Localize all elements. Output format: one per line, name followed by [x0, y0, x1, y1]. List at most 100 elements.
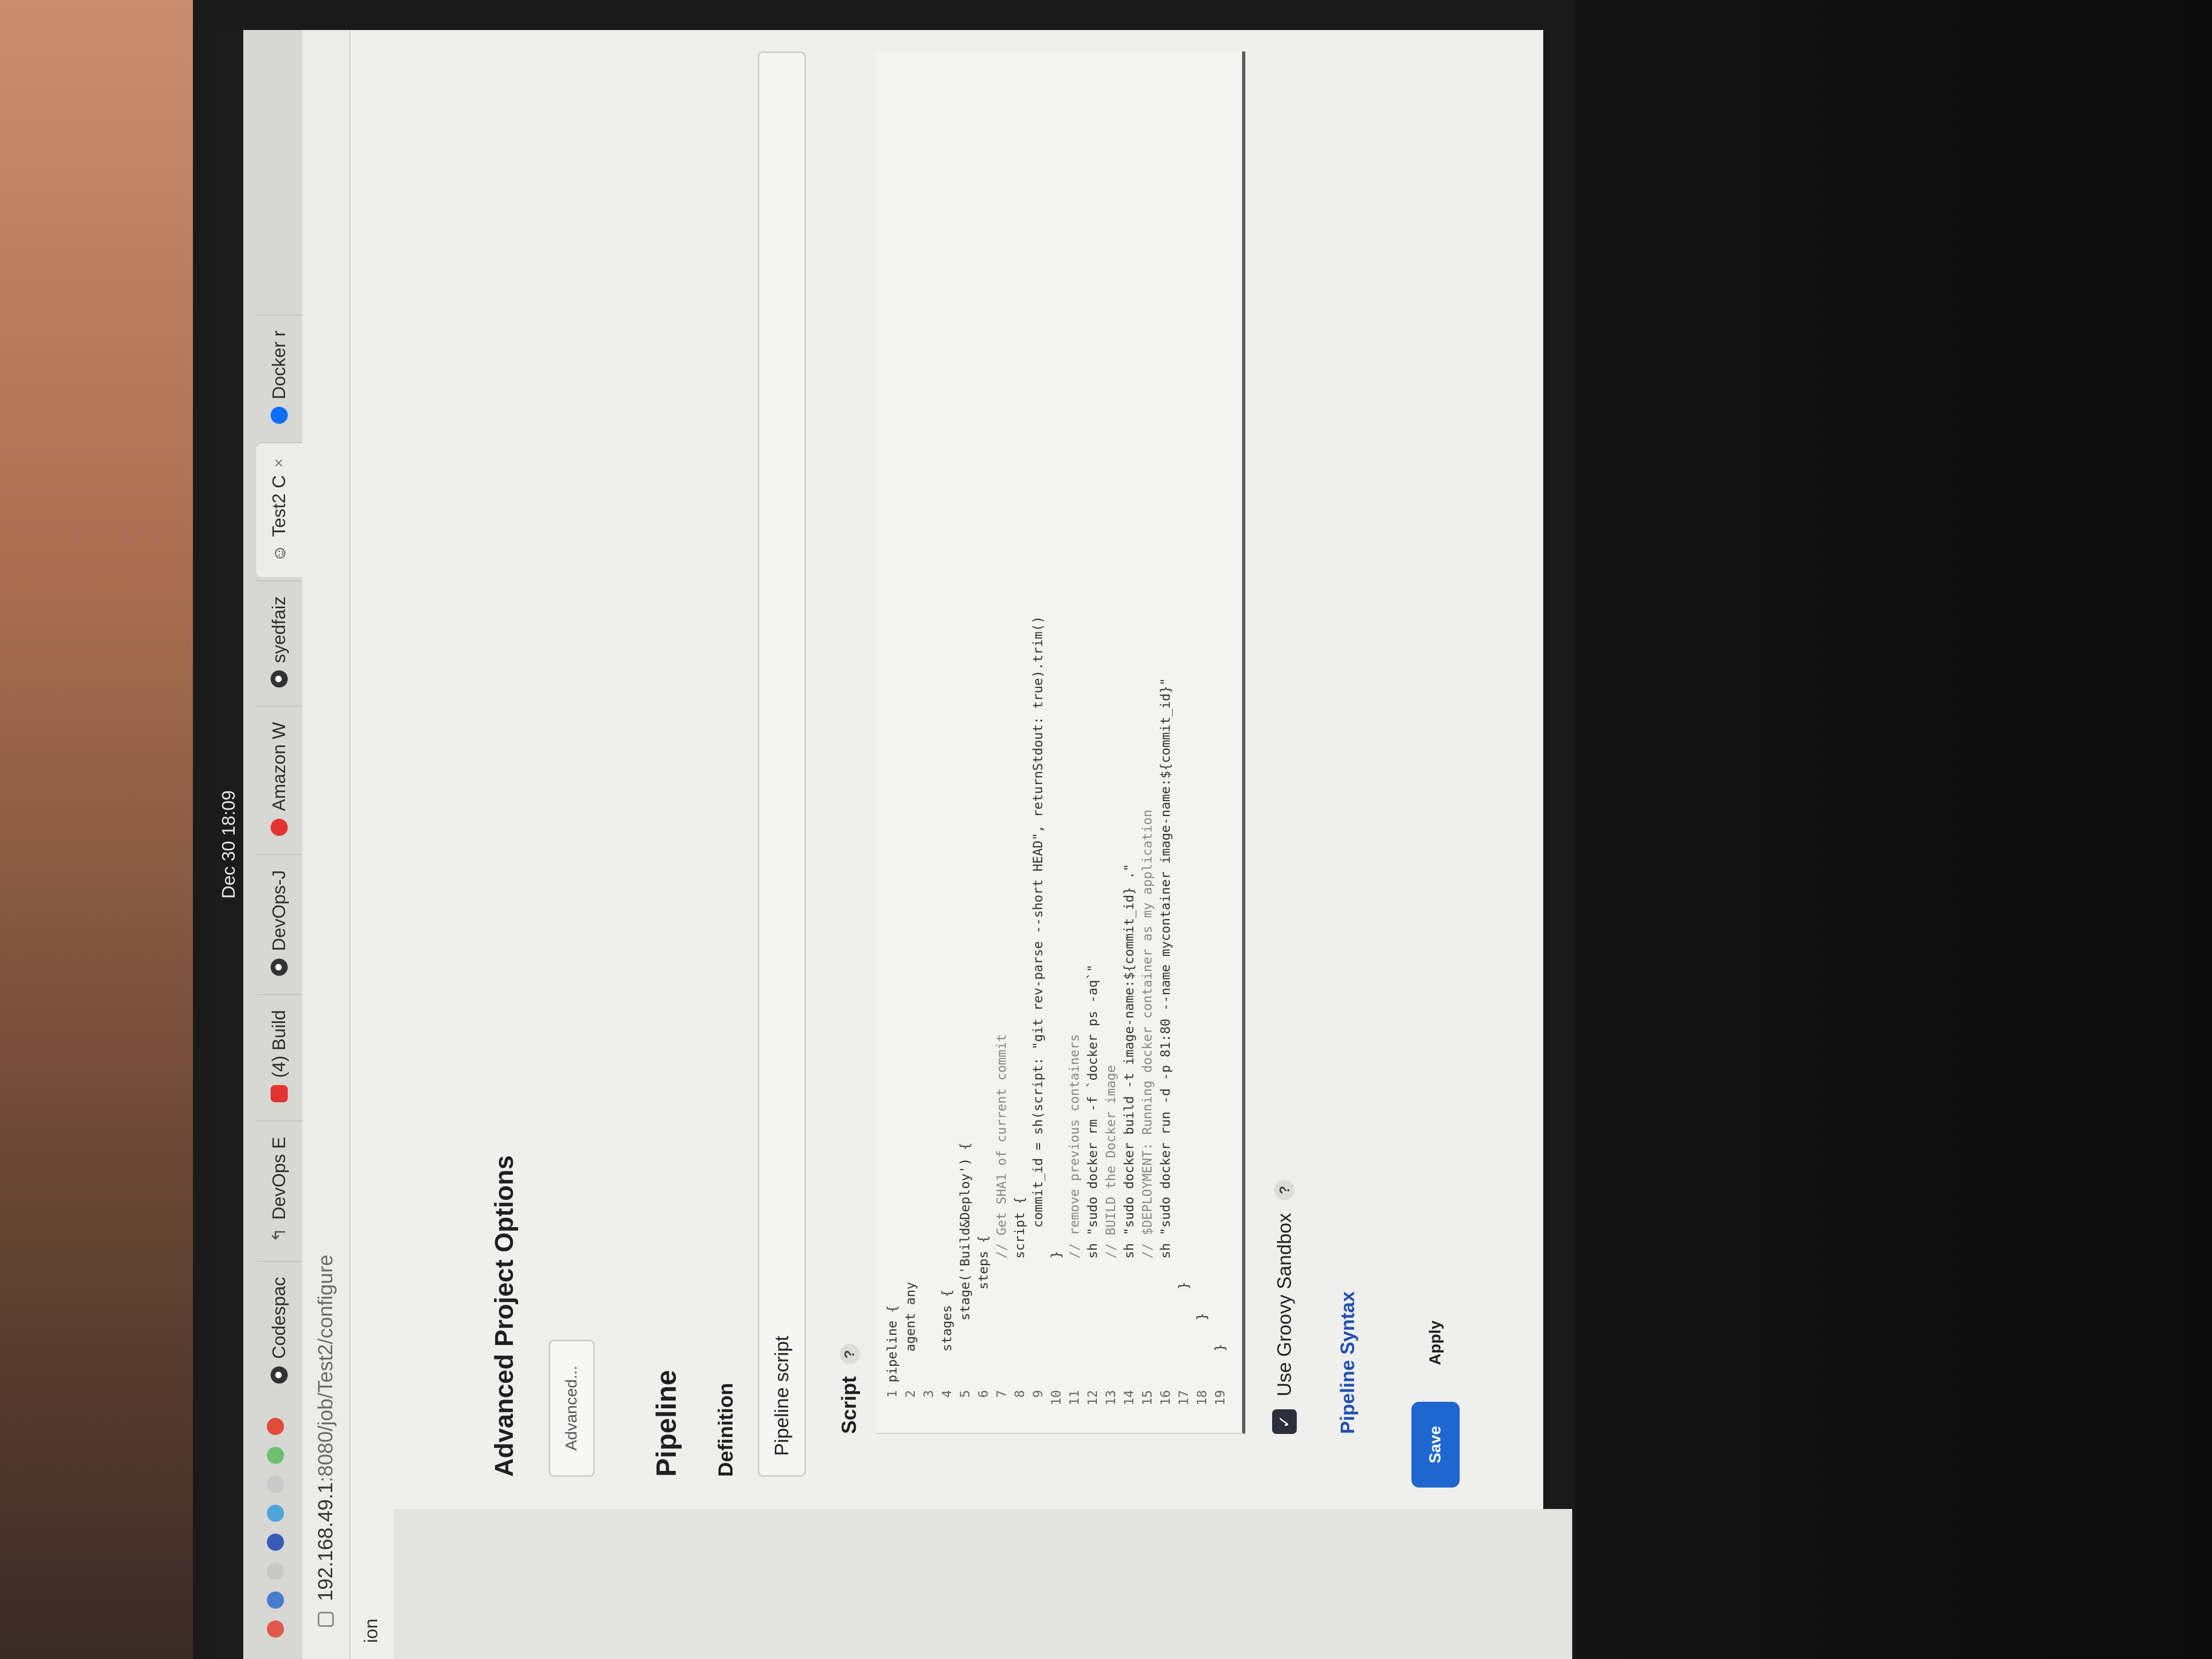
github-icon	[271, 670, 288, 688]
code-line[interactable]: 16 sh "sudo docker run -d -p 81:80 --nam…	[1156, 51, 1175, 1433]
youtube-icon	[271, 1085, 288, 1103]
line-number: 4	[939, 1390, 954, 1398]
code-line[interactable]: 7 // Get SHA1 of current commit	[992, 51, 1011, 1433]
code-line[interactable]: 18 }	[1193, 51, 1211, 1433]
help-icon[interactable]: ?	[1274, 1179, 1295, 1200]
save-button[interactable]: Save	[1411, 1402, 1460, 1488]
line-number: 7	[994, 1390, 1009, 1398]
advanced-button[interactable]: Advanced...	[549, 1340, 595, 1477]
line-number: 12	[1085, 1390, 1100, 1406]
code-text: // $DEPLOYMENT: Running docker container…	[1140, 809, 1155, 1382]
code-line[interactable]: 6 steps {	[974, 51, 992, 1433]
url-path: :8080/job/Test2/configure	[314, 1254, 337, 1483]
pipeline-heading: Pipeline	[651, 1370, 682, 1477]
code-text: }	[1213, 1343, 1228, 1382]
code-text: script {	[1012, 1197, 1027, 1382]
code-text: sh "sudo docker rm -f `docker ps -aq`"	[1085, 964, 1100, 1382]
tab-devops-j[interactable]: DevOps-J	[256, 854, 302, 991]
devops-icon: ↰	[269, 1227, 289, 1243]
apply-button[interactable]: Apply	[1411, 1300, 1460, 1386]
advanced-options-heading: Advanced Project Options	[490, 1155, 519, 1477]
address-bar[interactable]: 192.168.49.1 :8080/job/Test2/configure	[302, 30, 350, 1659]
code-text: pipeline {	[885, 1305, 900, 1383]
code-text: stage('Build&Deploy') {	[958, 1142, 973, 1382]
pinned-tab-icon[interactable]	[267, 1476, 284, 1493]
code-text: commit_id = sh(script: "git rev-parse --…	[1030, 616, 1045, 1382]
insecure-lock-icon[interactable]	[318, 1612, 334, 1627]
pinned-tab-icon[interactable]	[267, 1620, 284, 1638]
line-number: 13	[1103, 1390, 1118, 1406]
definition-select[interactable]: Pipeline script	[758, 51, 806, 1477]
line-number: 19	[1213, 1390, 1228, 1406]
side-panel	[393, 1509, 1572, 1659]
code-line[interactable]: 19 }	[1211, 51, 1229, 1433]
code-line[interactable]: 4 stages {	[938, 51, 956, 1433]
groovy-sandbox-option: ✓ Use Groovy Sandbox ?	[1272, 1179, 1297, 1434]
pipeline-syntax-link[interactable]: Pipeline Syntax	[1336, 1291, 1359, 1434]
code-line[interactable]: 10 }	[1047, 51, 1065, 1433]
line-number: 8	[1012, 1390, 1027, 1398]
tab-codespaces[interactable]: Codespac	[256, 1260, 302, 1399]
tab-devops-e[interactable]: ↰ DevOps E	[256, 1120, 302, 1258]
code-text: steps {	[976, 1235, 991, 1382]
code-line[interactable]: 3	[920, 51, 938, 1433]
tab-syedfaiz[interactable]: syedfaiz	[256, 580, 302, 703]
code-line[interactable]: 1 pipeline {	[883, 51, 901, 1433]
github-icon	[271, 958, 288, 976]
jenkins-configure-page: ion Advanced Project Options Advanced...…	[350, 30, 1572, 1659]
tab-docker[interactable]: Docker r	[256, 314, 302, 439]
code-line[interactable]: 13 // BUILD the Docker image	[1102, 51, 1120, 1433]
code-line[interactable]: 5 stage('Build&Deploy') {	[956, 51, 974, 1433]
definition-value: Pipeline script	[771, 1335, 793, 1456]
code-line[interactable]: 2 agent any	[901, 51, 920, 1433]
code-line[interactable]: 12 sh "sudo docker rm -f `docker ps -aq`…	[1083, 51, 1102, 1433]
screen-viewport: Dec 30 18:09 Codespac ↰ DevOps E (4) Bui…	[214, 0, 1575, 1659]
code-text: }	[1176, 1282, 1191, 1382]
screen: Dec 30 18:09 Codespac ↰ DevOps E (4) Bui…	[214, 30, 1572, 1659]
line-number: 16	[1158, 1390, 1173, 1406]
pinned-tab-icon[interactable]	[267, 1505, 284, 1522]
clock[interactable]: Dec 30 18:09	[219, 790, 240, 899]
line-number: 9	[1030, 1390, 1045, 1398]
pinned-tab-icon[interactable]	[267, 1534, 284, 1551]
jenkins-icon: ☺	[269, 544, 289, 562]
line-number: 3	[921, 1390, 936, 1398]
tab-build-video[interactable]: (4) Build	[256, 993, 302, 1118]
code-text: }	[1194, 1312, 1209, 1382]
url-host: 192.168.49.1	[314, 1482, 337, 1601]
docker-icon	[271, 407, 288, 424]
code-text: sh "sudo docker build -t image-name:${co…	[1122, 863, 1137, 1382]
tab-amazon[interactable]: Amazon W	[256, 706, 302, 851]
pinned-tab-icon[interactable]	[267, 1447, 284, 1464]
help-icon[interactable]: ?	[839, 1344, 860, 1365]
code-text: // Get SHA1 of current commit	[994, 1034, 1009, 1382]
pipeline-script-editor[interactable]: 1 pipeline {2 agent any 3 4 stages {5 stage…	[876, 51, 1245, 1434]
code-line[interactable]: 15 // $DEPLOYMENT: Running docker contai…	[1138, 51, 1156, 1433]
breadcrumb-fragment[interactable]: ion	[361, 1619, 382, 1643]
tab-test2-config[interactable]: ☺ Test2 C ×	[256, 442, 302, 577]
code-line[interactable]: 17 }	[1175, 51, 1193, 1433]
line-number: 1	[885, 1390, 900, 1398]
code-line[interactable]: 11 // remove previous containers	[1065, 51, 1083, 1433]
line-number: 6	[976, 1390, 991, 1398]
background-photo	[0, 0, 193, 1659]
code-line[interactable]: 9 commit_id = sh(script: "git rev-parse …	[1029, 51, 1047, 1433]
line-number: 14	[1122, 1390, 1137, 1406]
github-icon	[271, 1366, 288, 1384]
groovy-sandbox-checkbox[interactable]: ✓	[1272, 1409, 1297, 1434]
code-line[interactable]: 8 script {	[1011, 51, 1029, 1433]
close-tab-icon[interactable]: ×	[270, 458, 288, 468]
code-text: // BUILD the Docker image	[1103, 1065, 1118, 1382]
definition-label: Definition	[715, 1382, 737, 1477]
line-number: 18	[1194, 1390, 1209, 1406]
system-topbar: Dec 30 18:09	[214, 30, 243, 1659]
amazon-icon	[271, 818, 288, 836]
pinned-tab-icon[interactable]	[267, 1563, 284, 1580]
pinned-tabs	[249, 1402, 302, 1638]
pinned-tab-icon[interactable]	[267, 1591, 284, 1609]
pinned-tab-icon[interactable]	[267, 1418, 284, 1435]
browser-tabs: Codespac ↰ DevOps E (4) Build DevOps-J A…	[243, 30, 302, 1659]
code-line[interactable]: 14 sh "sudo docker build -t image-name:$…	[1120, 51, 1138, 1433]
script-label: Script ?	[838, 1344, 861, 1434]
